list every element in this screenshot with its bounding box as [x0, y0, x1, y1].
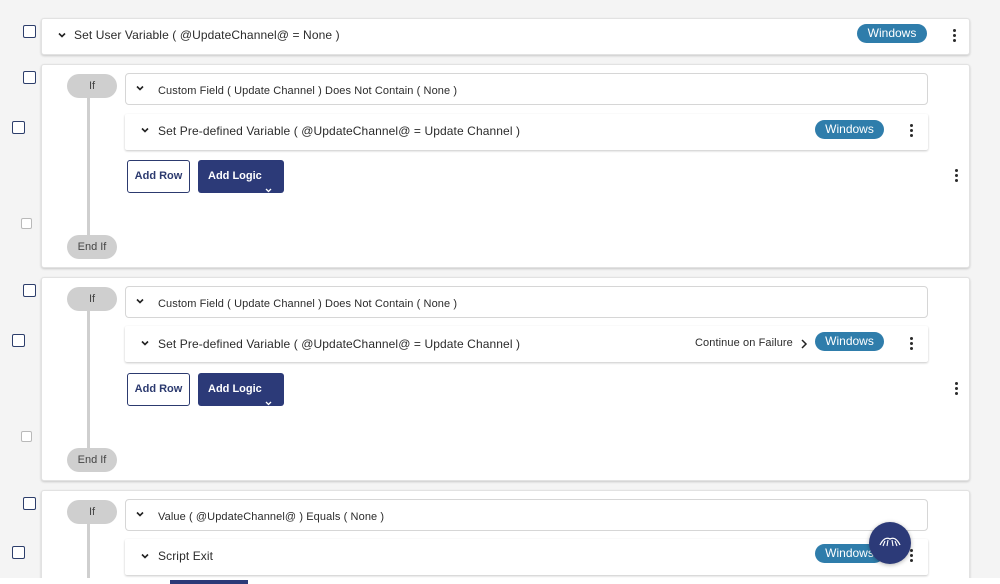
- continue-on-failure-link[interactable]: Continue on Failure: [695, 337, 793, 349]
- action-row[interactable]: Script Exit Windows: [125, 539, 928, 575]
- condition-row[interactable]: Custom Field ( Update Channel ) Does Not…: [125, 286, 928, 318]
- condition-label: Custom Field ( Update Channel ) Does Not…: [158, 85, 458, 97]
- chevron-down-icon[interactable]: [141, 552, 149, 560]
- chevron-down-icon[interactable]: [136, 297, 144, 305]
- kebab-menu-icon[interactable]: [908, 337, 914, 351]
- add-logic-label: Add Logic: [208, 383, 262, 395]
- add-logic-button-edge: [170, 580, 248, 584]
- add-logic-button[interactable]: Add Logic: [198, 160, 284, 193]
- select-checkbox-block-3[interactable]: [23, 497, 36, 510]
- add-logic-label: Add Logic: [208, 170, 262, 182]
- user-variable-label: Set User Variable ( @UpdateChannel@ = No…: [74, 28, 340, 42]
- action-label: Script Exit: [158, 549, 214, 563]
- select-checkbox-block-2-inner[interactable]: [12, 334, 25, 347]
- chevron-down-icon: [265, 174, 272, 207]
- if-connector-line: [87, 96, 90, 236]
- end-if-pill: End If: [67, 448, 117, 472]
- add-row-button[interactable]: Add Row: [127, 160, 190, 193]
- chevron-down-icon[interactable]: [58, 31, 66, 39]
- action-row[interactable]: Set Pre-defined Variable ( @UpdateChanne…: [125, 326, 928, 362]
- select-checkbox-block-2-end[interactable]: [21, 431, 32, 442]
- condition-label: Value ( @UpdateChannel@ ) Equals ( None …: [158, 511, 385, 523]
- add-logic-button[interactable]: Add Logic: [198, 373, 284, 406]
- action-row[interactable]: Set Pre-defined Variable ( @UpdateChanne…: [125, 114, 928, 150]
- select-checkbox-block-1-inner[interactable]: [12, 121, 25, 134]
- select-checkbox-row-1[interactable]: [23, 25, 36, 38]
- end-if-pill: End If: [67, 235, 117, 259]
- user-variable-row: Set User Variable ( @UpdateChannel@ = No…: [41, 18, 970, 55]
- if-connector-line: [87, 309, 90, 449]
- os-badge: Windows: [815, 332, 884, 351]
- if-pill: If: [67, 74, 117, 98]
- chat-assistant-icon: [879, 537, 901, 547]
- chat-assistant-button[interactable]: [869, 522, 911, 564]
- select-checkbox-block-1-end[interactable]: [21, 218, 32, 229]
- if-connector-line: [87, 522, 90, 584]
- kebab-menu-icon[interactable]: [951, 29, 957, 43]
- os-badge: Windows: [815, 120, 884, 139]
- if-pill: If: [67, 287, 117, 311]
- chevron-down-icon[interactable]: [141, 126, 149, 134]
- condition-row[interactable]: Value ( @UpdateChannel@ ) Equals ( None …: [125, 499, 928, 531]
- chevron-down-icon[interactable]: [141, 339, 149, 347]
- action-label: Set Pre-defined Variable ( @UpdateChanne…: [158, 124, 521, 138]
- select-checkbox-block-1[interactable]: [23, 71, 36, 84]
- chevron-down-icon[interactable]: [136, 84, 144, 92]
- add-row-button[interactable]: Add Row: [127, 373, 190, 406]
- select-checkbox-block-3-inner[interactable]: [12, 546, 25, 559]
- chevron-right-icon[interactable]: [800, 339, 808, 349]
- kebab-menu-icon[interactable]: [953, 382, 959, 396]
- action-label: Set Pre-defined Variable ( @UpdateChanne…: [158, 337, 521, 351]
- condition-label: Custom Field ( Update Channel ) Does Not…: [158, 298, 458, 310]
- condition-row[interactable]: Custom Field ( Update Channel ) Does Not…: [125, 73, 928, 105]
- chevron-down-icon[interactable]: [136, 510, 144, 518]
- chevron-down-icon: [265, 387, 272, 420]
- next-row-edge: [0, 578, 1000, 584]
- kebab-menu-icon[interactable]: [908, 124, 914, 138]
- if-pill: If: [67, 500, 117, 524]
- select-checkbox-block-2[interactable]: [23, 284, 36, 297]
- os-badge: Windows: [857, 24, 927, 43]
- kebab-menu-icon[interactable]: [953, 169, 959, 183]
